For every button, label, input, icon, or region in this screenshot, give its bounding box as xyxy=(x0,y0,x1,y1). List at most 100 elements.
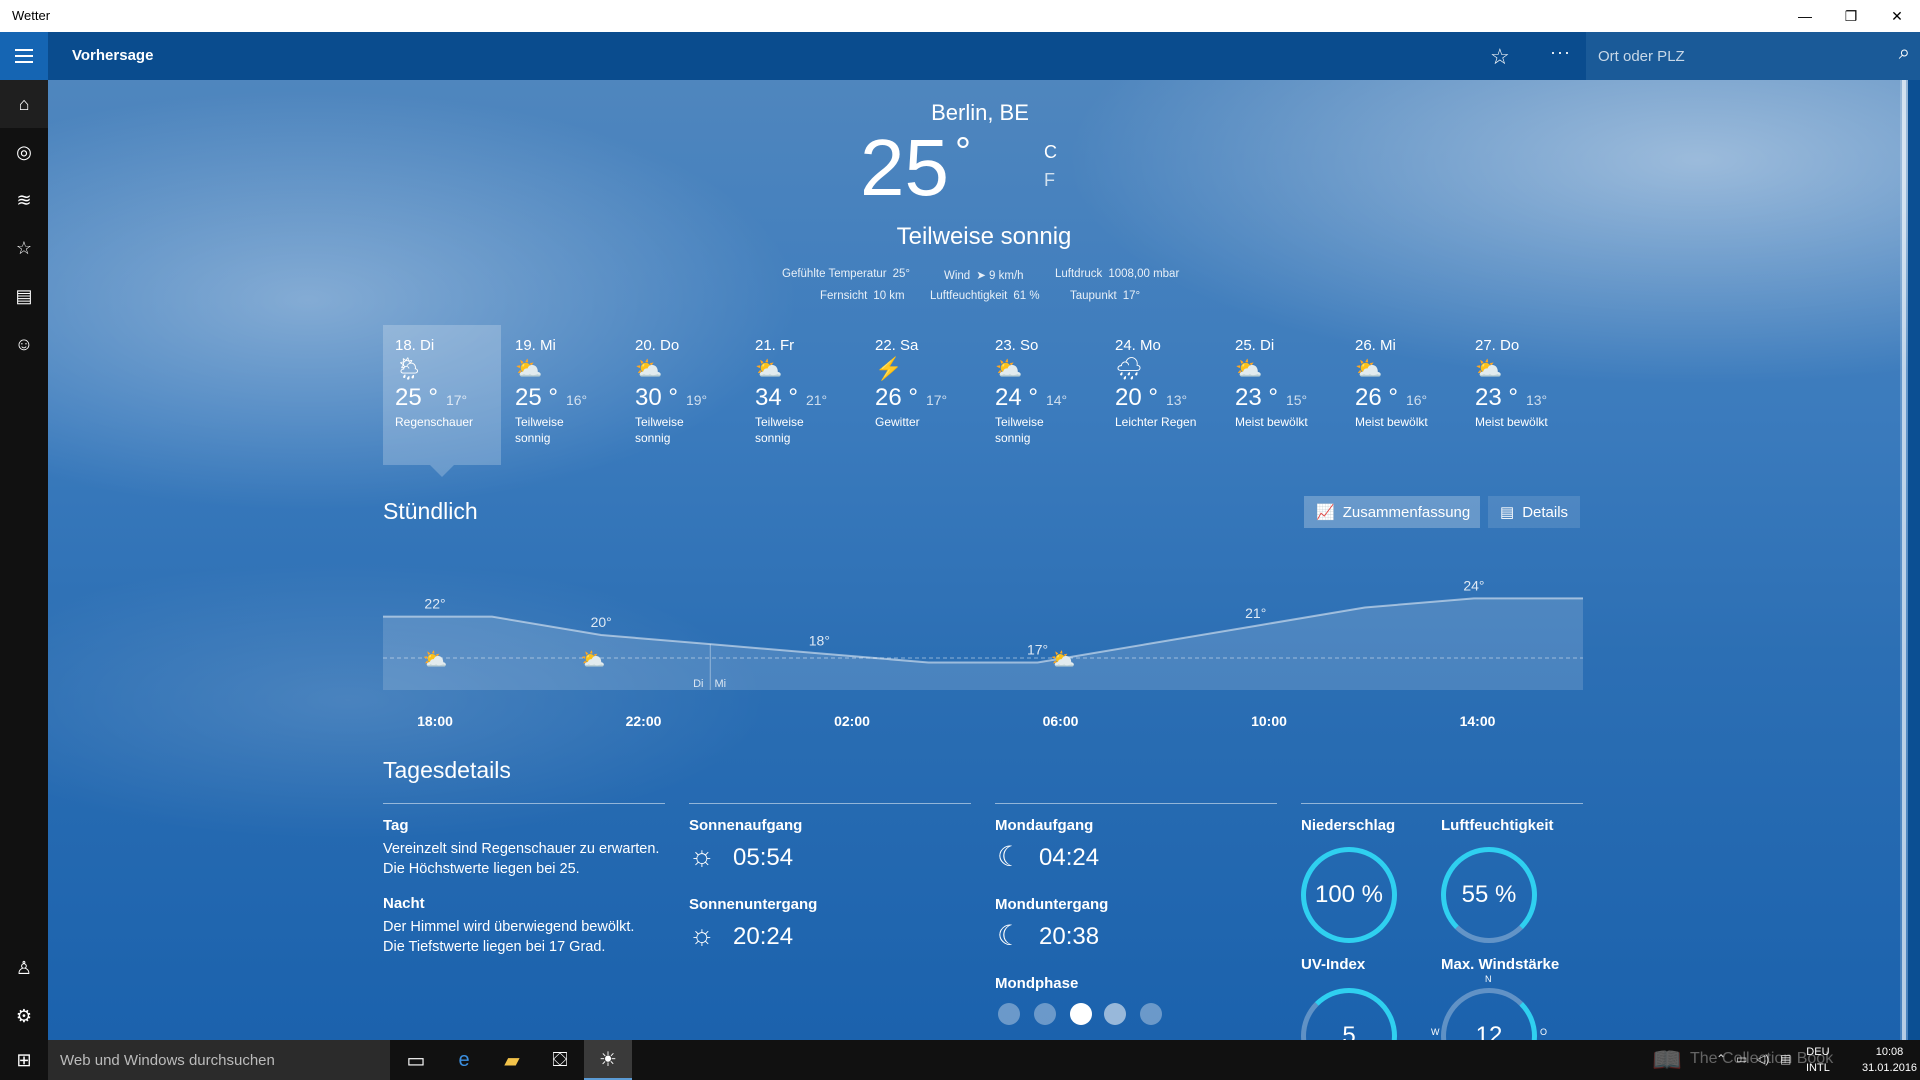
day-date: 22. Sa xyxy=(875,337,919,354)
scrollbar-thumb[interactable] xyxy=(1902,80,1906,1040)
light-rain-icon: 🌧 xyxy=(1115,356,1143,381)
hourly-tick-label: 18:00 xyxy=(417,713,453,729)
night-summary-label: Nacht xyxy=(383,895,425,912)
hourly-temp-label: 20° xyxy=(591,614,612,630)
wind-label: Wind xyxy=(944,270,971,282)
store-icon: ⛋ xyxy=(552,1048,568,1071)
day-condition: Meist bewölkt xyxy=(1355,415,1428,429)
rain-showers-icon: 🌦 xyxy=(395,356,423,381)
task-view-button[interactable]: ▭ xyxy=(392,1040,440,1080)
day-card[interactable]: 26. Mi ⛅ 26 ° 16° Meist bewölkt xyxy=(1343,325,1461,465)
rail-home-button[interactable]: ⌂ xyxy=(0,80,48,128)
divider xyxy=(383,803,665,804)
max-wind-label: Max. Windstärke xyxy=(1441,956,1560,973)
taskbar-search-input[interactable] xyxy=(60,1050,380,1070)
divider xyxy=(1301,803,1583,804)
partly-sunny-icon: ⛅ xyxy=(515,356,543,381)
window-title: Wetter xyxy=(12,8,51,23)
day-condition: Teilweise sonnig xyxy=(755,415,804,445)
unit-celsius-toggle[interactable]: C xyxy=(1044,142,1057,163)
day-card[interactable]: 18. Di 🌦 25 ° 17° Regenschauer xyxy=(383,325,501,465)
favorite-star-button[interactable]: ☆ xyxy=(1490,44,1510,70)
day-condition: Teilweise sonnig xyxy=(995,415,1044,445)
humidity-gauge-value: 55 % xyxy=(1461,881,1517,908)
precipitation-label: Niederschlag xyxy=(1301,817,1396,834)
scrollbar[interactable] xyxy=(1900,80,1908,1040)
night-summary-text-1: Der Himmel wird überwiegend bewölkt. xyxy=(383,919,635,935)
page-title: Vorhersage xyxy=(72,47,154,64)
details-toggle-label: Details xyxy=(1522,503,1569,521)
day-low: 17° xyxy=(445,392,468,408)
day-condition: Teilweise sonnig xyxy=(635,415,684,445)
precipitation-value: 100 % xyxy=(1314,881,1384,908)
day-low: 17° xyxy=(925,392,948,408)
day-boundary-label: Di xyxy=(693,678,703,690)
day-card[interactable]: 21. Fr ⛅ 34 ° 21° Teilweise sonnig xyxy=(743,325,861,465)
day-condition: Meist bewölkt xyxy=(1475,415,1548,429)
feedback-icon: ☺ xyxy=(14,333,34,354)
more-options-button[interactable]: ··· xyxy=(1550,42,1571,63)
unit-fahrenheit-toggle[interactable]: F xyxy=(1044,170,1055,191)
day-high: 25 ° xyxy=(395,384,438,411)
day-condition: Gewitter xyxy=(875,415,920,429)
hourly-section-title: Stündlich xyxy=(383,498,478,524)
close-button[interactable]: ✕ xyxy=(1874,0,1920,32)
weather-sun-icon: ☀ xyxy=(599,1048,617,1071)
humidity-value: 61 % xyxy=(1013,290,1040,302)
edge-browser-button[interactable]: e xyxy=(440,1040,488,1080)
day-condition: Teilweise sonnig xyxy=(515,415,564,445)
moon-phase-current-icon xyxy=(1070,1003,1092,1025)
day-details-title: Tagesdetails xyxy=(383,757,511,783)
rail-radar-button[interactable]: ◎ xyxy=(0,128,48,176)
summary-toggle-button[interactable]: 📈 Zusammenfassung xyxy=(1304,496,1480,528)
day-card[interactable]: 22. Sa ⚡ 26 ° 17° Gewitter xyxy=(863,325,981,465)
moon-phase-icon xyxy=(1034,1003,1056,1025)
rail-favorites-button[interactable]: ☆ xyxy=(0,224,48,272)
day-high: 24 ° xyxy=(995,384,1038,411)
moonphase-label: Mondphase xyxy=(995,975,1079,992)
hamburger-menu-button[interactable] xyxy=(0,32,48,80)
pressure-label: Luftdruck xyxy=(1055,268,1103,280)
rail-feedback-button[interactable]: ☺ xyxy=(0,320,48,368)
store-button[interactable]: ⛋ xyxy=(536,1040,584,1080)
weather-app-taskbar-button[interactable]: ☀ xyxy=(584,1040,632,1080)
day-low: 13° xyxy=(1525,392,1548,408)
current-temperature: 25 ° xyxy=(860,122,1020,214)
day-card[interactable]: 25. Di ⛅ 23 ° 15° Meist bewölkt xyxy=(1223,325,1341,465)
sunset-icon: ☼ xyxy=(689,919,715,950)
rail-historical-button[interactable]: ≋ xyxy=(0,176,48,224)
account-icon: ♙ xyxy=(15,957,33,978)
rail-settings-button[interactable]: ⚙ xyxy=(0,992,48,1040)
minimize-button[interactable]: — xyxy=(1782,0,1828,32)
day-card[interactable]: 23. So ⛅ 24 ° 14° Teilweise sonnig xyxy=(983,325,1101,465)
day-card[interactable]: 19. Mi ⛅ 25 ° 16° Teilweise sonnig xyxy=(503,325,621,465)
radar-icon: ◎ xyxy=(16,141,32,162)
wind-detail: Wind ➤ 9 km/h xyxy=(944,268,1024,282)
night-summary-text-2: Die Tiefstwerte liegen bei 17 Grad. xyxy=(383,939,606,955)
sunrise-label: Sonnenaufgang xyxy=(689,817,803,834)
feels-like-value: 25° xyxy=(892,268,911,280)
temperature-area xyxy=(383,598,1583,690)
day-date: 25. Di xyxy=(1235,337,1275,354)
humidity-gauge-label: Luftfeuchtigkeit xyxy=(1441,817,1554,834)
file-explorer-button[interactable]: ▰ xyxy=(488,1040,536,1080)
settings-icon: ⚙ xyxy=(15,1005,33,1026)
day-card[interactable]: 24. Mo 🌧 20 ° 13° Leichter Regen xyxy=(1103,325,1221,465)
compass-west-label: W xyxy=(1431,1027,1440,1037)
partly-sunny-icon: ⛅ xyxy=(423,649,448,671)
hourly-temp-label: 22° xyxy=(424,596,445,612)
search-icon[interactable]: ⌕ xyxy=(1899,42,1910,65)
details-toggle-button[interactable]: ▤ Details xyxy=(1488,496,1580,528)
moonrise-icon: ☾ xyxy=(997,841,1023,872)
day-card[interactable]: 27. Do ⛅ 23 ° 13° Meist bewölkt xyxy=(1463,325,1581,465)
selected-day-pointer xyxy=(430,465,454,477)
rail-account-button[interactable]: ♙ xyxy=(0,944,48,992)
day-boundary-label: Mi xyxy=(714,678,726,690)
hourly-temperature-chart: 22° 20° 18° 17° 21° 24° ⛅ ⛅ ⛅ Di Mi xyxy=(383,577,1583,690)
start-button[interactable]: ⊞ xyxy=(0,1040,48,1080)
rail-news-button[interactable]: ▤ xyxy=(0,272,48,320)
taskbar-clock[interactable]: 10:08 31.01.2016 xyxy=(1862,1044,1917,1076)
restore-button[interactable]: ❐ xyxy=(1828,0,1874,32)
location-search-input[interactable] xyxy=(1598,45,1878,67)
day-card[interactable]: 20. Do ⛅ 30 ° 19° Teilweise sonnig xyxy=(623,325,741,465)
